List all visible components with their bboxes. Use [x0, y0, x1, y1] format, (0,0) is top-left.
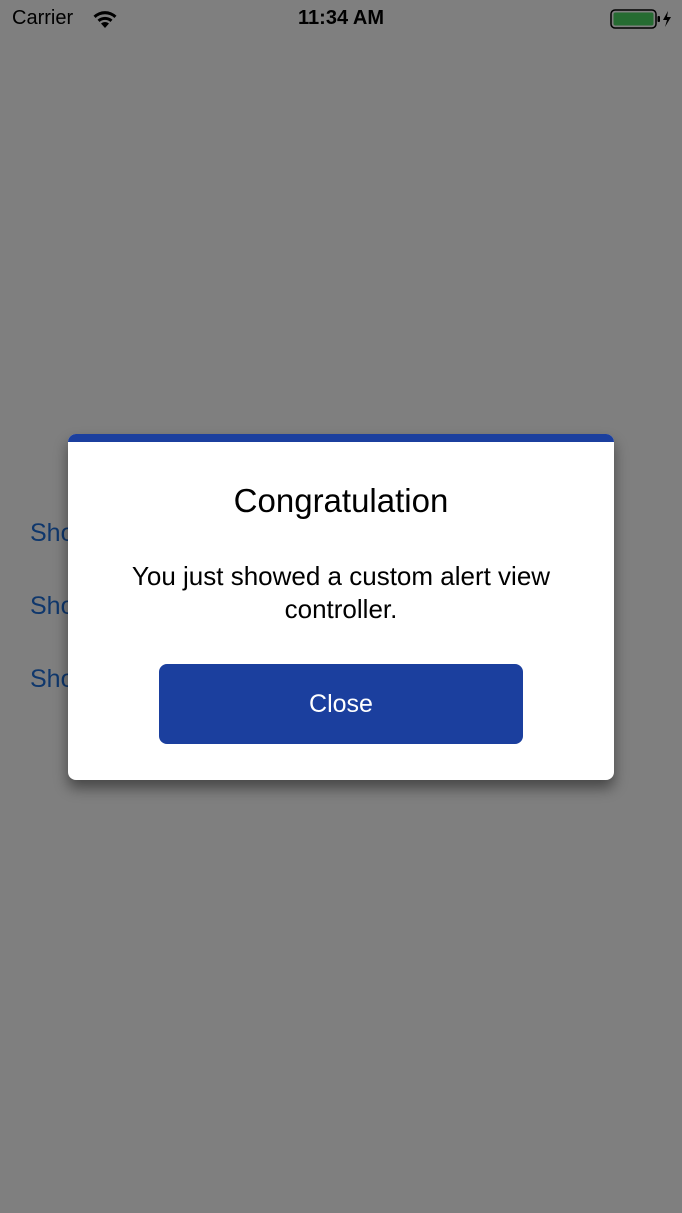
- close-button[interactable]: Close: [159, 664, 523, 744]
- custom-alert: Congratulation You just showed a custom …: [68, 434, 614, 780]
- alert-accent-bar: [68, 434, 614, 442]
- alert-message: You just showed a custom alert view cont…: [131, 561, 551, 624]
- screen: Carrier 11:34 AM Sho Sho Sho Congratulat…: [0, 0, 682, 1213]
- alert-title: Congratulation: [233, 482, 449, 519]
